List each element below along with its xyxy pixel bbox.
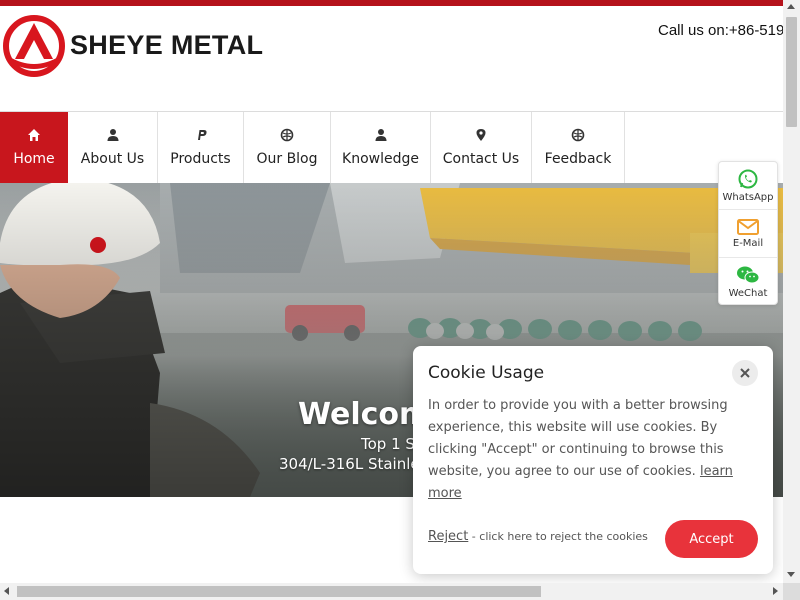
home-icon xyxy=(28,129,40,141)
wechat-label: WeChat xyxy=(728,288,768,299)
whatsapp-button[interactable]: WhatsApp xyxy=(719,162,777,210)
nav-item-home[interactable]: Home xyxy=(0,112,68,183)
scrollbar-corner xyxy=(783,583,800,600)
sheye-logo-icon[interactable] xyxy=(2,14,66,78)
nav-item-about-us[interactable]: About Us xyxy=(68,112,158,183)
hero-subtitle-line2: 304/L-316L Stainles xyxy=(279,455,428,473)
nav-item-label: Home xyxy=(13,151,55,167)
nav-item-products[interactable]: Products xyxy=(158,112,244,183)
side-contact-panel: WhatsApp E-Mail WeChat xyxy=(718,161,778,305)
cookie-title: Cookie Usage xyxy=(428,363,545,383)
vertical-scrollbar[interactable] xyxy=(783,0,800,583)
scroll-down-arrow-icon[interactable] xyxy=(787,572,795,577)
brand-name[interactable]: SHEYE METAL xyxy=(70,30,263,61)
email-button[interactable]: E-Mail xyxy=(719,210,777,258)
reject-hint: - click here to reject the cookies xyxy=(468,530,648,543)
nav-item-our-blog[interactable]: Our Blog xyxy=(244,112,331,183)
nav-item-label: Knowledge xyxy=(342,151,419,167)
hero-title: Welcom xyxy=(298,397,431,432)
top-accent-bar xyxy=(0,0,783,6)
close-icon xyxy=(740,368,750,378)
scroll-up-arrow-icon[interactable] xyxy=(787,4,795,9)
nav-item-contact-us[interactable]: Contact Us xyxy=(431,112,532,183)
whatsapp-label: WhatsApp xyxy=(722,191,774,203)
horizontal-scrollbar[interactable] xyxy=(0,583,783,600)
reject-row: Reject - click here to reject the cookie… xyxy=(428,529,648,544)
accept-button[interactable]: Accept xyxy=(665,520,758,558)
product-icon xyxy=(197,130,207,140)
nav-item-label: Feedback xyxy=(544,151,612,167)
wechat-icon xyxy=(737,266,760,284)
nav-item-feedback[interactable]: Feedback xyxy=(532,112,625,183)
nav-item-label: Products xyxy=(170,151,231,167)
vertical-scroll-thumb[interactable] xyxy=(786,17,797,127)
location-icon xyxy=(476,129,486,141)
whatsapp-icon xyxy=(738,169,758,188)
main-nav: Home About Us Products Our Blog Knowledg… xyxy=(0,112,625,183)
nav-item-knowledge[interactable]: Knowledge xyxy=(331,112,431,183)
wechat-button[interactable]: WeChat xyxy=(719,258,777,306)
page: SHEYE METAL Call us on:+86-519 Home Abou… xyxy=(0,0,800,600)
hero-subtitle-line1: Top 1 S xyxy=(361,435,415,453)
nav-item-label: About Us xyxy=(80,151,145,167)
phone-number: Call us on:+86-519 xyxy=(658,22,785,39)
scroll-left-arrow-icon[interactable] xyxy=(4,587,9,595)
user-icon xyxy=(107,129,118,141)
nav-item-label: Our Blog xyxy=(256,151,318,167)
email-label: E-Mail xyxy=(732,237,764,249)
feedback-icon xyxy=(571,128,585,142)
cookie-body: In order to provide you with a better br… xyxy=(428,398,728,479)
cookie-close-button[interactable] xyxy=(732,360,758,386)
cookie-dialog: Cookie Usage In order to provide you wit… xyxy=(413,346,773,574)
blog-icon xyxy=(280,128,294,142)
horizontal-scroll-thumb[interactable] xyxy=(17,586,541,597)
nav-item-label: Contact Us xyxy=(442,151,520,167)
user-icon xyxy=(375,129,386,141)
scroll-right-arrow-icon[interactable] xyxy=(773,587,778,595)
reject-link[interactable]: Reject xyxy=(428,529,468,544)
cookie-message: In order to provide you with a better br… xyxy=(428,395,748,505)
mail-icon xyxy=(737,218,759,235)
